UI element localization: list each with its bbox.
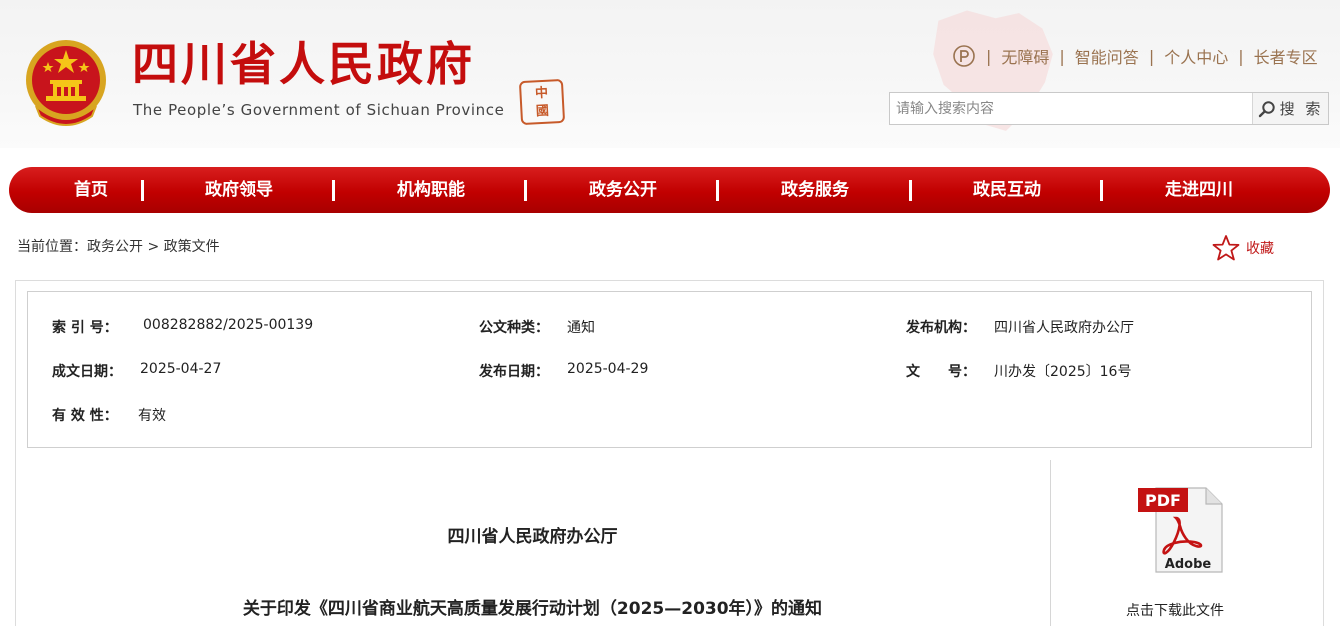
china-seal-logo: 中國 — [518, 78, 566, 126]
site-header: 四川省人民政府 The People’s Government of Sichu… — [0, 0, 1340, 148]
breadcrumb: 当前位置：政务公开 > 政策文件 — [17, 236, 220, 256]
download-file-link[interactable]: 点击下载此文件 — [1126, 600, 1224, 620]
nav-item-agencies[interactable]: 机构职能 — [397, 167, 465, 213]
star-icon — [1212, 235, 1240, 261]
breadcrumb-separator: > — [147, 239, 160, 255]
adobe-brand-text: Adobe — [1165, 557, 1212, 572]
search-bar: 搜 索 — [889, 92, 1329, 125]
nav-item-about-sichuan[interactable]: 走进四川 — [1165, 167, 1233, 213]
breadcrumb-prefix: 当前位置： — [17, 239, 87, 255]
nav-item-gov-affairs[interactable]: 政务公开 — [589, 167, 657, 213]
meta-published: 2025-04-29 — [567, 361, 649, 377]
link-personal-center[interactable]: 个人中心 — [1164, 44, 1228, 68]
meta-validity: 有效 — [138, 408, 166, 424]
nav-item-home[interactable]: 首页 — [74, 167, 108, 213]
site-subtitle: The People’s Government of Sichuan Provi… — [133, 101, 505, 119]
nav-item-gov-services[interactable]: 政务服务 — [781, 167, 849, 213]
search-button-label: 搜 索 — [1279, 100, 1324, 118]
nav-separator — [716, 180, 719, 201]
link-separator: | — [1148, 46, 1155, 66]
top-links-bar: | 无障碍 | 智能问答 | 个人中心 | 长者专区 — [952, 42, 1318, 70]
nav-item-leaders[interactable]: 政府领导 — [205, 167, 273, 213]
search-input[interactable] — [890, 93, 1252, 124]
site-title: 四川省人民政府 — [132, 37, 475, 91]
meta-index-no-label: 索 引 号： — [52, 320, 118, 336]
document-issuer: 四川省人民政府办公厅 — [447, 527, 618, 547]
national-emblem-icon — [26, 40, 106, 126]
meta-publisher-label: 发布机构： — [906, 320, 976, 336]
link-separator: | — [1059, 46, 1065, 66]
meta-published-label: 发布日期： — [479, 364, 549, 380]
nav-separator — [1100, 180, 1103, 201]
nav-separator — [332, 180, 335, 201]
favorite-label: 收藏 — [1246, 241, 1274, 257]
nav-item-interaction[interactable]: 政民互动 — [973, 167, 1041, 213]
meta-created-label: 成文日期： — [52, 364, 122, 380]
pdf-badge-text: PDF — [1145, 491, 1181, 510]
document-title: 关于印发《四川省商业航天高质量发展行动计划（2025—2030年）》的通知 — [242, 599, 823, 619]
link-separator: | — [986, 46, 992, 66]
nav-separator — [141, 180, 144, 201]
favorite-button[interactable]: 收藏 — [1212, 234, 1274, 262]
nav-separator — [524, 180, 527, 201]
link-elderly-zone[interactable]: 长者专区 — [1254, 44, 1318, 68]
pinyin-accessibility-icon[interactable] — [952, 44, 976, 68]
meta-validity-label: 有 效 性： — [52, 408, 118, 424]
pdf-file-icon[interactable]: PDF Adobe — [1136, 484, 1226, 574]
meta-index-no: 008282882/2025-00139 — [143, 317, 314, 333]
search-button[interactable]: 搜 索 — [1252, 93, 1328, 124]
breadcrumb-item-gov-affairs[interactable]: 政务公开 — [87, 239, 143, 255]
meta-publisher: 四川省人民政府办公厅 — [994, 320, 1134, 336]
search-icon — [1258, 100, 1275, 117]
meta-doc-type-label: 公文种类： — [479, 320, 549, 336]
link-separator: | — [1238, 46, 1244, 66]
main-nav: 首页 政府领导 机构职能 政务公开 政务服务 政民互动 走进四川 — [9, 167, 1330, 213]
meta-doc-type: 通知 — [567, 320, 595, 336]
breadcrumb-item-policy-docs[interactable]: 政策文件 — [164, 239, 220, 255]
meta-doc-no: 川办发〔2025〕16号 — [994, 364, 1132, 380]
meta-created: 2025-04-27 — [140, 361, 222, 377]
link-accessibility[interactable]: 无障碍 — [1001, 44, 1049, 68]
nav-separator — [909, 180, 912, 201]
link-smart-qa[interactable]: 智能问答 — [1075, 44, 1139, 68]
meta-doc-no-label: 文 号： — [906, 364, 976, 380]
